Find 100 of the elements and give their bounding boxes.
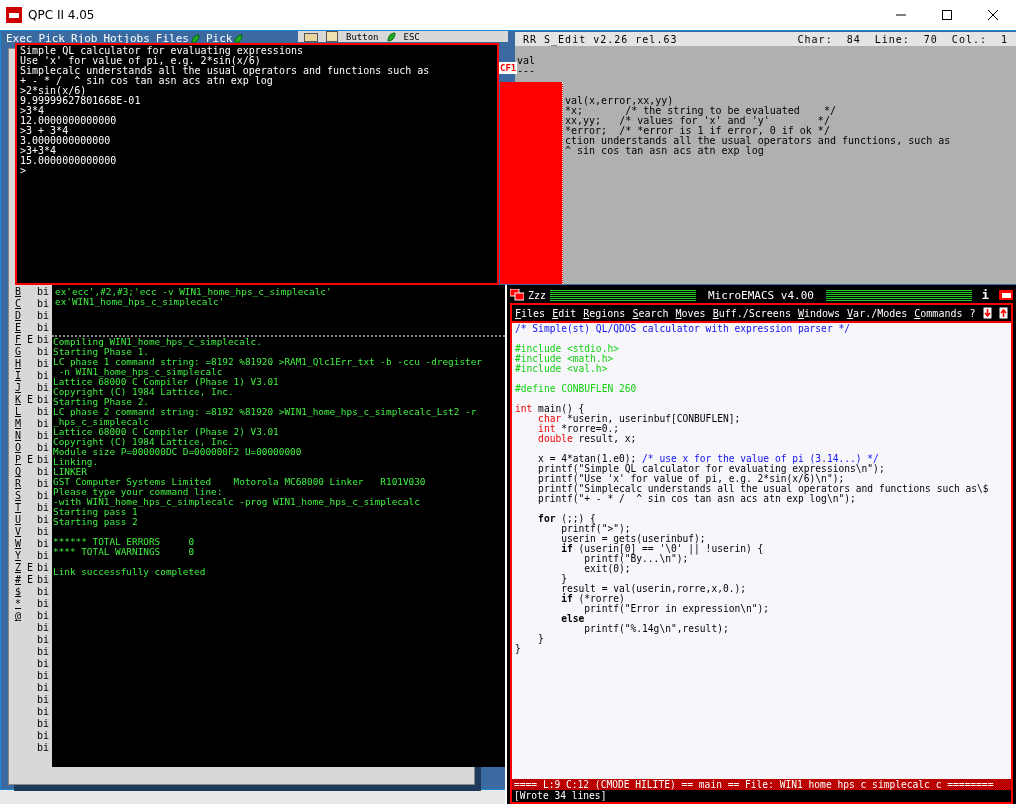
drive-letter[interactable]: F bbox=[15, 334, 27, 346]
menu-item[interactable]: Edit bbox=[552, 307, 577, 319]
menu-item[interactable]: Windows bbox=[797, 307, 841, 319]
menu-item[interactable]: Hotjobs bbox=[103, 32, 150, 45]
file-name[interactable]: bi bbox=[37, 538, 51, 550]
menu-item[interactable]: Pick bbox=[206, 32, 244, 45]
drive-letter[interactable]: O bbox=[15, 442, 27, 454]
file-name[interactable]: bi bbox=[37, 706, 51, 718]
file-name[interactable]: bi bbox=[37, 730, 51, 742]
drive-letter[interactable]: * bbox=[15, 598, 27, 610]
file-name[interactable]: bi bbox=[37, 682, 51, 694]
menu-item[interactable]: Buff./Screens bbox=[712, 307, 791, 319]
drive-letter[interactable]: T bbox=[15, 502, 27, 514]
button-label[interactable]: Button bbox=[346, 31, 379, 42]
windows-icon[interactable] bbox=[510, 289, 524, 301]
file-name[interactable]: bi bbox=[37, 490, 51, 502]
drive-letter[interactable]: Y bbox=[15, 550, 27, 562]
file-name[interactable]: bi bbox=[37, 298, 51, 310]
code-line: #include <val.h> bbox=[515, 364, 609, 374]
file-name[interactable]: bi bbox=[37, 562, 51, 574]
file-name[interactable]: bi bbox=[37, 286, 51, 298]
file-name[interactable]: bi bbox=[37, 574, 51, 586]
file-name[interactable]: bi bbox=[37, 502, 51, 514]
drive-letter[interactable]: I bbox=[15, 370, 27, 382]
file-name[interactable]: bi bbox=[37, 742, 51, 754]
drive-letter[interactable]: P bbox=[15, 454, 27, 466]
cf-label[interactable]: CF1 bbox=[499, 62, 518, 74]
drive-letter[interactable]: W bbox=[15, 538, 27, 550]
file-name[interactable]: bi bbox=[37, 394, 51, 406]
file-name[interactable]: bi bbox=[37, 694, 51, 706]
document-icon[interactable] bbox=[326, 31, 338, 42]
drive-letter[interactable]: M bbox=[15, 418, 27, 430]
file-name[interactable]: bi bbox=[37, 670, 51, 682]
file-name[interactable]: bi bbox=[37, 406, 51, 418]
file-name[interactable]: bi bbox=[37, 466, 51, 478]
code-line: /* Simple(st) QL/QDOS calculator with expression parser */ bbox=[515, 324, 851, 334]
file-name[interactable]: bi bbox=[37, 478, 51, 490]
job-name: Zzz bbox=[528, 289, 547, 301]
menu-item[interactable]: Files bbox=[515, 307, 546, 319]
file-name[interactable]: bi bbox=[37, 442, 51, 454]
drive-letter[interactable]: Z bbox=[15, 562, 27, 574]
drive-letter[interactable]: B bbox=[15, 286, 27, 298]
file-name[interactable]: bi bbox=[37, 610, 51, 622]
info-button[interactable]: i bbox=[975, 288, 995, 302]
menu-item[interactable]: Files bbox=[155, 32, 200, 45]
file-name[interactable]: bi bbox=[37, 346, 51, 358]
drive-letter[interactable]: K bbox=[15, 394, 27, 406]
file-name[interactable]: bi bbox=[37, 598, 51, 610]
file-name[interactable]: bi bbox=[37, 358, 51, 370]
folder-icon[interactable] bbox=[304, 31, 318, 42]
file-name[interactable]: bi bbox=[37, 514, 51, 526]
file-name[interactable]: bi bbox=[37, 322, 51, 334]
code-line: } bbox=[560, 574, 567, 584]
menu-item[interactable]: Commands bbox=[914, 307, 963, 319]
arrow-up-icon[interactable] bbox=[998, 307, 1008, 319]
menu-item[interactable]: Exec bbox=[6, 32, 33, 45]
menu-item[interactable]: Moves bbox=[675, 307, 706, 319]
menu-item[interactable]: Var./Modes bbox=[847, 307, 908, 319]
drive-letter[interactable]: V bbox=[15, 526, 27, 538]
menu-item[interactable]: Pick bbox=[38, 32, 65, 45]
menu-item[interactable]: Rjob bbox=[71, 32, 98, 45]
drive-letter[interactable]: N bbox=[15, 430, 27, 442]
menu-item[interactable]: Search bbox=[632, 307, 669, 319]
drive-letter[interactable]: L bbox=[15, 406, 27, 418]
escape-button[interactable]: ESC bbox=[403, 31, 420, 42]
file-name[interactable]: bi bbox=[37, 454, 51, 466]
file-name[interactable]: bi bbox=[37, 430, 51, 442]
file-name[interactable]: bi bbox=[37, 418, 51, 430]
file-name[interactable]: bi bbox=[37, 310, 51, 322]
menu-item[interactable]: Regions bbox=[583, 307, 626, 319]
file-name[interactable]: bi bbox=[37, 334, 51, 346]
menu-item[interactable]: ? bbox=[969, 307, 976, 319]
file-name[interactable]: bi bbox=[37, 646, 51, 658]
drive-letter[interactable]: D bbox=[15, 310, 27, 322]
drive-letter[interactable]: # bbox=[15, 574, 27, 586]
drive-letter[interactable]: G bbox=[15, 346, 27, 358]
file-name[interactable]: bi bbox=[37, 658, 51, 670]
file-name[interactable]: bi bbox=[37, 634, 51, 646]
file-name[interactable]: bi bbox=[37, 526, 51, 538]
file-name[interactable]: bi bbox=[37, 370, 51, 382]
drive-letter[interactable]: @ bbox=[15, 610, 27, 622]
file-name[interactable]: bi bbox=[37, 586, 51, 598]
drive-letter[interactable]: J bbox=[15, 382, 27, 394]
maximize-icon[interactable] bbox=[942, 10, 952, 20]
drive-letter[interactable]: $ bbox=[15, 586, 27, 598]
file-name[interactable]: bi bbox=[37, 718, 51, 730]
drive-letter[interactable]: C bbox=[15, 298, 27, 310]
log-line: Compiling WIN1_home_hps_c_simplecalc. bbox=[53, 337, 263, 347]
file-name[interactable]: bi bbox=[37, 622, 51, 634]
arrow-down-icon[interactable] bbox=[982, 307, 992, 319]
drive-letter[interactable]: S bbox=[15, 490, 27, 502]
drive-letter[interactable]: Q bbox=[15, 466, 27, 478]
file-name[interactable]: bi bbox=[37, 382, 51, 394]
close-icon[interactable] bbox=[988, 10, 998, 20]
drive-letter[interactable]: E bbox=[15, 322, 27, 334]
file-name[interactable]: bi bbox=[37, 550, 51, 562]
drive-letter[interactable]: U bbox=[15, 514, 27, 526]
drive-letter[interactable]: R bbox=[15, 478, 27, 490]
drive-letter[interactable]: H bbox=[15, 358, 27, 370]
command-line: ex'ecc',#2,#3;'ecc -v WIN1_home_hps_c_simplecalc' bbox=[55, 287, 333, 297]
